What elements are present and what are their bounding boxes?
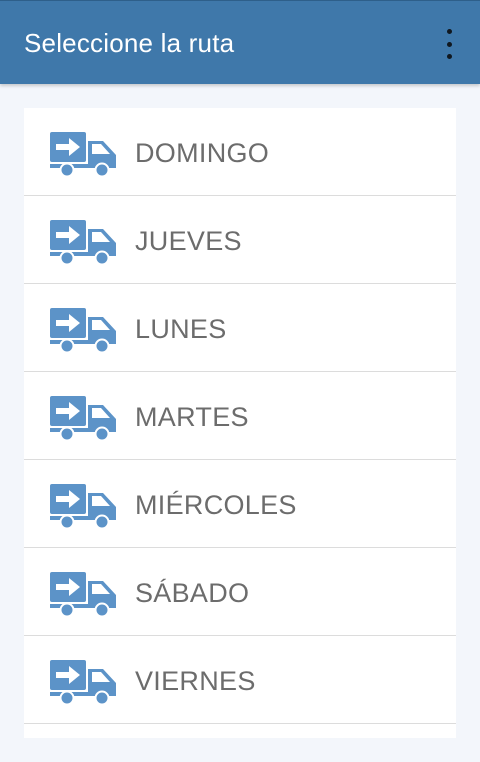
delivery-truck-icon (50, 220, 116, 266)
route-label: SÁBADO (135, 578, 250, 608)
menu-dot (446, 41, 452, 47)
route-item-viernes[interactable]: VIERNES (24, 636, 456, 724)
menu-dot (446, 29, 452, 34)
route-item-martes[interactable]: MARTES (24, 372, 456, 460)
route-label: DOMINGO (135, 138, 270, 168)
route-label: MIÉRCOLES (135, 490, 297, 520)
menu-dot (446, 54, 452, 59)
app-toolbar: Seleccione la ruta (0, 0, 480, 84)
delivery-truck-icon (50, 484, 116, 530)
route-label: VIERNES (135, 666, 256, 696)
route-label: MARTES (135, 402, 249, 432)
route-list: DOMINGO JUEVES LUNES MARTES MIÉRCOLES SÁ… (24, 108, 456, 738)
delivery-truck-icon (50, 660, 116, 706)
delivery-truck-icon (50, 308, 116, 354)
delivery-truck-icon (50, 572, 116, 618)
route-item-miercoles[interactable]: MIÉRCOLES (24, 460, 456, 548)
route-item-sabado[interactable]: SÁBADO (24, 548, 456, 636)
route-item-lunes[interactable]: LUNES (24, 284, 456, 372)
route-label: LUNES (135, 314, 227, 344)
delivery-truck-icon (50, 396, 116, 442)
route-item-domingo[interactable]: DOMINGO (24, 108, 456, 196)
route-item-jueves[interactable]: JUEVES (24, 196, 456, 284)
more-vert-icon[interactable] (440, 29, 458, 59)
route-label: JUEVES (135, 226, 242, 256)
delivery-truck-icon (50, 132, 116, 178)
page-title: Seleccione la ruta (24, 28, 235, 58)
